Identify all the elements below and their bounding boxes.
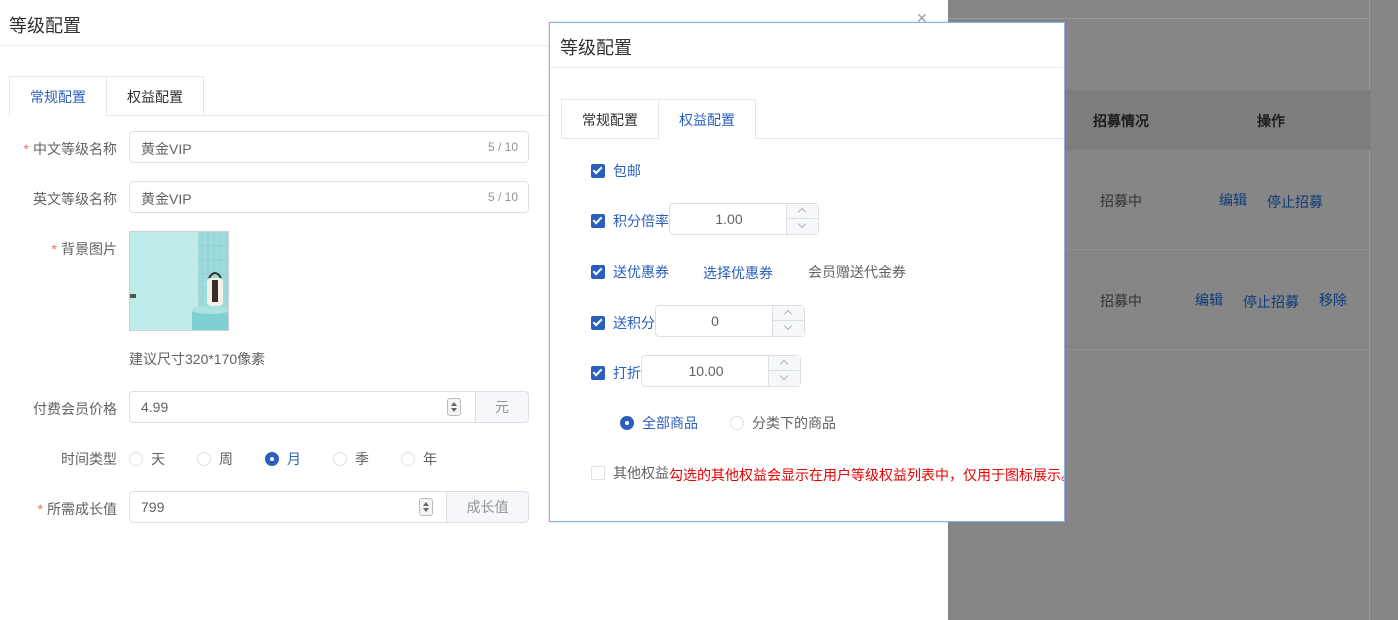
char-counter: 5 / 10 [487,190,518,204]
select-coupon-link[interactable]: 选择优惠券 [703,263,773,283]
growth-label: * 所需成长值 [37,501,117,517]
points-rate-input[interactable]: 1.00 [669,203,819,235]
chevron-up-icon [779,359,789,369]
discount-checkbox[interactable]: 打折 [591,363,641,383]
drawer-title: 等级配置 [9,16,81,36]
radio-icon [197,452,211,466]
increase-button[interactable] [769,356,800,371]
radio-selected-icon [265,452,279,466]
discount-input[interactable]: 10.00 [641,355,801,387]
tab-benefit-config[interactable]: 权益配置 [107,76,204,116]
tab-benefit-config[interactable]: 权益配置 [659,99,756,139]
tab-general-config[interactable]: 常规配置 [9,76,107,116]
radio-icon [401,452,415,466]
stepper [772,306,804,336]
cn-name-value: 黄金VIP [141,141,192,157]
price-label: 付费会员价格 [33,401,117,417]
tab-general-config[interactable]: 常规配置 [561,99,659,139]
image-preview [130,232,228,330]
edit-link[interactable]: 编辑 [1219,190,1247,210]
increase-button[interactable] [787,204,818,219]
points-rate-checkbox[interactable]: 积分倍率 [591,211,669,231]
dialog-title: 等级配置 [560,38,632,58]
stop-recruit-link[interactable]: 停止招募 [1243,292,1299,312]
cn-name-input[interactable]: 黄金VIP 5 / 10 [129,131,529,163]
background-image-thumbnail[interactable] [129,231,229,331]
checkbox-checked-icon [591,316,605,330]
free-shipping-checkbox[interactable]: 包邮 [591,161,641,181]
coupon-checkbox[interactable]: 送优惠券 [591,262,669,282]
tabs-underline [755,138,1064,139]
stepper [786,204,818,234]
chevron-up-icon [783,309,793,319]
time-type-month[interactable]: 月 [265,449,301,469]
send-points-value: 0 [711,313,719,329]
price-input[interactable]: 4.99 [129,391,476,423]
remove-link[interactable]: 移除 [1319,290,1347,310]
send-points-checkbox[interactable]: 送积分 [591,313,655,333]
chevron-up-icon [797,207,807,217]
divider [550,67,1064,68]
time-type-year[interactable]: 年 [401,449,437,469]
drawer-tabs: 常规配置 权益配置 [9,76,204,116]
chevron-down-icon [779,371,789,381]
time-type-day[interactable]: 天 [129,449,165,469]
growth-input[interactable]: 799 [129,491,447,523]
checkbox-checked-icon [591,366,605,380]
decrease-button[interactable] [769,371,800,386]
checkbox-checked-icon [591,265,605,279]
en-name-label: 英文等级名称 [33,191,117,207]
row-status: 招募中 [1100,293,1142,309]
decrease-button[interactable] [773,321,804,336]
time-type-week[interactable]: 周 [197,449,233,469]
column-header-actions: 操作 [1257,113,1285,129]
price-unit: 元 [476,391,529,423]
benefit-config-dialog: 等级配置 常规配置 权益配置 包邮 积分倍率 1.00 送优惠券 选择优惠券 会… [549,22,1065,522]
tabs-underline [561,138,658,139]
price-value: 4.99 [141,399,169,415]
number-spinner-icon[interactable] [447,398,461,416]
growth-value: 799 [141,499,165,515]
growth-unit: 成长值 [447,491,529,523]
radio-icon [333,452,347,466]
bg-image-label: * 背景图片 [51,241,117,257]
row-status: 招募中 [1100,193,1142,209]
coupon-name: 会员赠送代金券 [808,264,906,280]
dialog-tabs: 常规配置 权益配置 [561,99,756,139]
en-name-value: 黄金VIP [141,191,192,207]
image-size-hint: 建议尺寸320*170像素 [129,351,266,367]
radio-selected-icon [620,416,634,430]
other-benefits-checkbox[interactable]: 其他权益 [591,463,669,483]
chevron-down-icon [797,219,807,229]
send-points-input[interactable]: 0 [655,305,805,337]
scope-category-products[interactable]: 分类下的商品 [730,413,836,433]
required-mark: * [23,141,29,157]
checkbox-icon [591,466,605,480]
stop-recruit-link[interactable]: 停止招募 [1267,192,1323,212]
radio-icon [730,416,744,430]
time-type-quarter[interactable]: 季 [333,449,369,469]
divider [948,18,1370,19]
required-mark: * [51,241,57,257]
time-type-label: 时间类型 [61,451,117,467]
number-spinner-icon[interactable] [419,498,433,516]
stepper [768,356,800,386]
cn-name-label: * 中文等级名称 [23,141,117,157]
increase-button[interactable] [773,306,804,321]
points-rate-value: 1.00 [715,211,743,227]
edit-link[interactable]: 编辑 [1195,290,1223,310]
decrease-button[interactable] [787,219,818,234]
other-benefits-warning: 勾选的其他权益会显示在用户等级权益列表中，仅用于图标展示。 [669,467,1065,483]
checkbox-checked-icon [591,164,605,178]
scope-all-products[interactable]: 全部商品 [620,413,698,433]
required-mark: * [37,501,43,517]
discount-value: 10.00 [688,363,724,379]
checkbox-checked-icon [591,214,605,228]
column-header-status: 招募情况 [1093,113,1149,129]
char-counter: 5 / 10 [487,140,518,154]
chevron-down-icon [783,321,793,331]
en-name-input[interactable]: 黄金VIP 5 / 10 [129,181,529,213]
radio-icon [129,452,143,466]
